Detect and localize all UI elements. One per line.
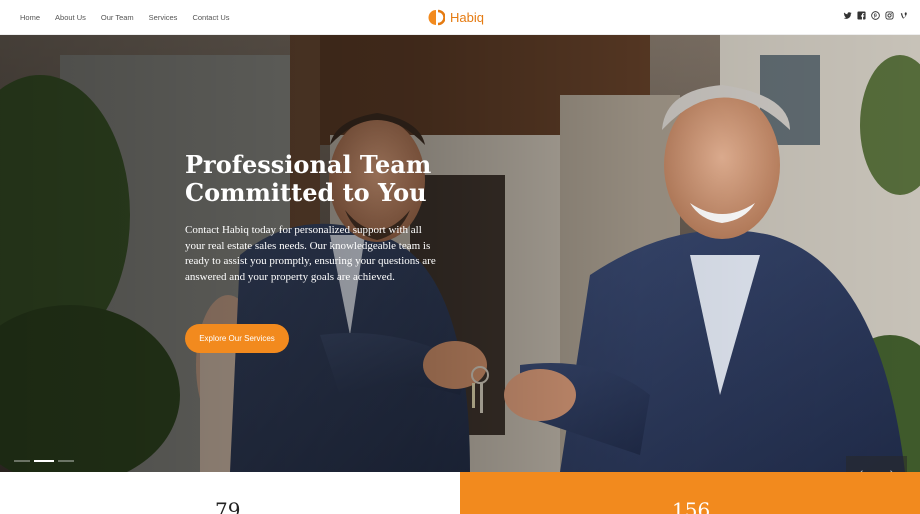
stat-right: 156 bbox=[460, 472, 920, 514]
slider-arrows: ‹ › bbox=[846, 456, 907, 472]
nav-about-us[interactable]: About Us bbox=[55, 13, 86, 22]
nav-our-team[interactable]: Our Team bbox=[101, 13, 134, 22]
nav-home[interactable]: Home bbox=[20, 13, 40, 22]
hero-title-line1: Professional Team bbox=[185, 150, 432, 179]
vine-icon[interactable] bbox=[899, 11, 908, 20]
half-circles-logo-icon bbox=[428, 9, 446, 26]
stat-left-value: 79 bbox=[215, 498, 241, 514]
hero-title-line2: Committed to You bbox=[185, 178, 427, 207]
instagram-icon[interactable] bbox=[885, 11, 894, 20]
pinterest-icon[interactable] bbox=[871, 11, 880, 20]
twitter-icon[interactable] bbox=[843, 11, 852, 20]
hero-title: Professional Team Committed to You bbox=[185, 151, 485, 207]
hero-description: Contact Habiq today for personalized sup… bbox=[185, 224, 436, 283]
facebook-icon[interactable] bbox=[857, 11, 866, 20]
main-nav: Home About Us Our Team Services Contact … bbox=[20, 0, 230, 35]
nav-contact-us[interactable]: Contact Us bbox=[192, 13, 229, 22]
prev-arrow-icon[interactable]: ‹ bbox=[859, 464, 864, 473]
slider-dots bbox=[14, 460, 74, 462]
slider-dot-active[interactable] bbox=[34, 460, 54, 462]
hero-slider: Professional Team Committed to You Conta… bbox=[0, 35, 920, 472]
hero-overlay bbox=[0, 35, 920, 472]
slider-dot[interactable] bbox=[58, 460, 74, 462]
site-header: Home About Us Our Team Services Contact … bbox=[0, 0, 920, 35]
stat-right-value: 156 bbox=[672, 498, 711, 514]
brand-name: Habiq bbox=[450, 9, 484, 25]
nav-services[interactable]: Services bbox=[149, 13, 178, 22]
slider-dot[interactable] bbox=[14, 460, 30, 462]
stat-left: 79 bbox=[0, 472, 460, 514]
explore-services-button[interactable]: Explore Our Services bbox=[185, 324, 289, 353]
social-links bbox=[843, 11, 908, 20]
stats-section: 79 156 bbox=[0, 472, 920, 514]
brand-logo[interactable]: Habiq bbox=[428, 7, 484, 27]
next-arrow-icon[interactable]: › bbox=[889, 464, 894, 473]
